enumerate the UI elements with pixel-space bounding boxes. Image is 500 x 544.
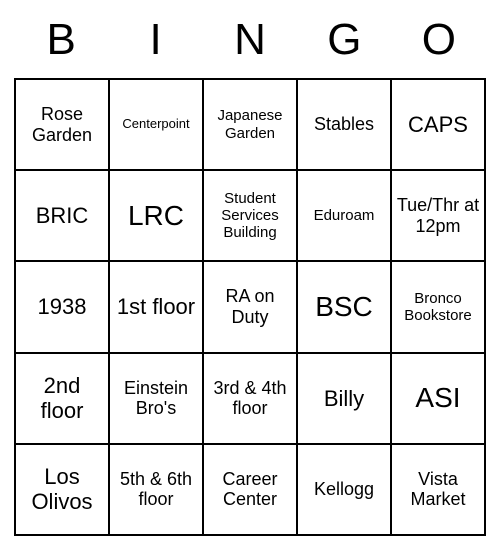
bingo-cell[interactable]: 5th & 6th floor	[109, 444, 203, 535]
bingo-cell[interactable]: Los Olivos	[15, 444, 109, 535]
bingo-cell[interactable]: Bronco Bookstore	[391, 261, 485, 352]
bingo-cell[interactable]: Centerpoint	[109, 79, 203, 170]
bingo-cell[interactable]: LRC	[109, 170, 203, 261]
header-letter-i: I	[108, 15, 202, 65]
bingo-cell[interactable]: 3rd & 4th floor	[203, 353, 297, 444]
bingo-cell[interactable]: RA on Duty	[203, 261, 297, 352]
header-letter-b: B	[14, 15, 108, 65]
bingo-cell[interactable]: BSC	[297, 261, 391, 352]
bingo-cell[interactable]: Eduroam	[297, 170, 391, 261]
bingo-cell[interactable]: Tue/Thr at 12pm	[391, 170, 485, 261]
bingo-cell[interactable]: Stables	[297, 79, 391, 170]
bingo-cell[interactable]: CAPS	[391, 79, 485, 170]
bingo-cell[interactable]: ASI	[391, 353, 485, 444]
header-letter-g: G	[297, 15, 391, 65]
bingo-cell[interactable]: 2nd floor	[15, 353, 109, 444]
bingo-cell[interactable]: Career Center	[203, 444, 297, 535]
bingo-cell[interactable]: Vista Market	[391, 444, 485, 535]
bingo-cell[interactable]: Einstein Bro's	[109, 353, 203, 444]
bingo-cell[interactable]: Billy	[297, 353, 391, 444]
header-letter-n: N	[203, 15, 297, 65]
bingo-grid: Rose Garden Centerpoint Japanese Garden …	[14, 78, 486, 536]
bingo-cell[interactable]: Rose Garden	[15, 79, 109, 170]
bingo-cell[interactable]: 1938	[15, 261, 109, 352]
bingo-cell[interactable]: Kellogg	[297, 444, 391, 535]
bingo-cell[interactable]: BRIC	[15, 170, 109, 261]
bingo-cell[interactable]: 1st floor	[109, 261, 203, 352]
bingo-header: B I N G O	[14, 8, 486, 72]
header-letter-o: O	[392, 15, 486, 65]
bingo-cell[interactable]: Student Services Building	[203, 170, 297, 261]
bingo-cell[interactable]: Japanese Garden	[203, 79, 297, 170]
